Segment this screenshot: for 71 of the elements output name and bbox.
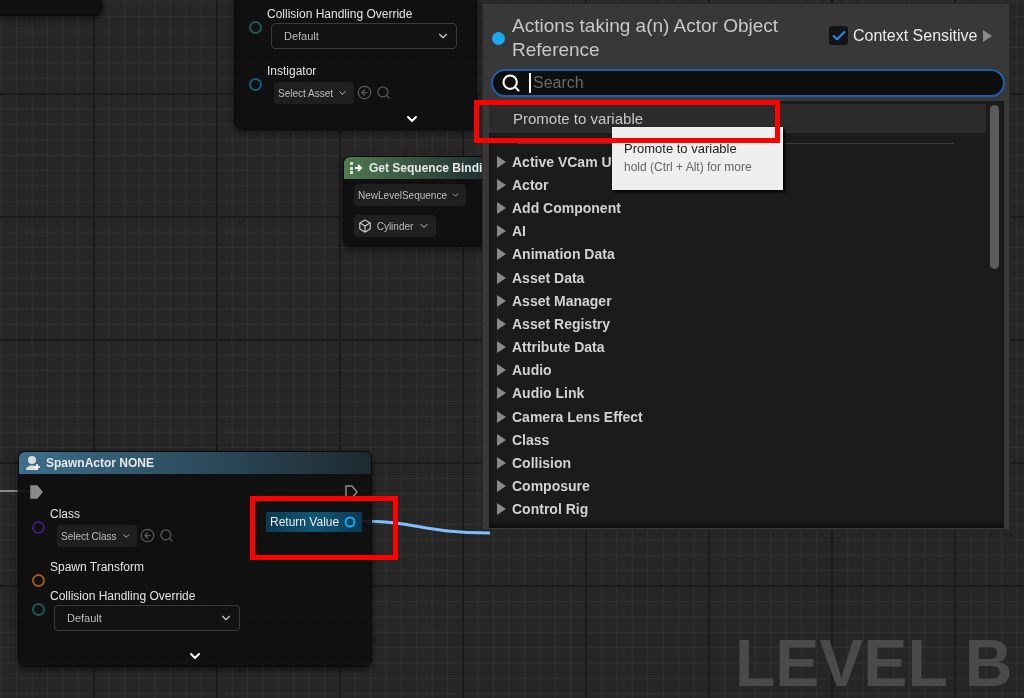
expand-arrow-icon[interactable] xyxy=(497,225,506,238)
expand-arrow-icon[interactable] xyxy=(497,433,506,446)
menu-title: Actions taking a(n) Actor Object Reference xyxy=(512,14,780,62)
node-title: Get Sequence Bindi xyxy=(369,161,483,175)
exec-pin-icon[interactable] xyxy=(345,485,358,499)
expand-arrow-icon[interactable] xyxy=(497,410,506,423)
category-item[interactable]: Actor xyxy=(512,176,549,193)
pin-label: Collision Handling Override xyxy=(267,7,413,21)
category-item[interactable]: Asset Data xyxy=(512,269,585,286)
expand-arrow-icon[interactable] xyxy=(497,248,506,261)
asset-dropdown[interactable]: Select Class xyxy=(57,525,137,547)
expand-arrow-icon[interactable] xyxy=(497,503,506,516)
expand-arrow-icon[interactable] xyxy=(497,480,506,493)
graph-node[interactable]: Collision Handling Override Default Instigator Select Asset xyxy=(234,0,477,130)
pin-label: Collision Handling Override xyxy=(50,589,196,603)
expand-arrow-icon[interactable] xyxy=(497,364,506,377)
context-checkbox[interactable] xyxy=(829,26,848,45)
category-item[interactable]: Class xyxy=(512,431,550,448)
use-selected-icon[interactable] xyxy=(140,528,155,543)
function-icon xyxy=(350,162,364,174)
asset-dropdown[interactable]: Select Asset xyxy=(274,82,354,104)
pin-label: Class xyxy=(50,507,80,521)
scrollbar-thumb[interactable] xyxy=(990,105,999,269)
pin-icon[interactable] xyxy=(32,574,45,587)
category-item[interactable]: AI xyxy=(512,223,526,240)
cube-icon xyxy=(358,219,372,233)
expand-arrow-icon[interactable] xyxy=(497,201,506,214)
category-item[interactable]: Control Rig xyxy=(512,501,589,518)
exec-pin-icon[interactable] xyxy=(30,485,43,499)
pin-label: Spawn Transform xyxy=(50,560,145,574)
enum-dropdown[interactable]: Default xyxy=(271,23,457,49)
category-item[interactable]: Audio Link xyxy=(512,385,585,402)
category-item[interactable]: Camera Lens Effect xyxy=(512,408,643,425)
expand-arrow-icon[interactable] xyxy=(497,155,506,168)
expand-arrow-icon[interactable] xyxy=(497,317,506,330)
expand-arrow-icon[interactable] xyxy=(497,457,506,470)
expand-arrow-icon[interactable] xyxy=(497,294,506,307)
expand-arrow-icon[interactable] xyxy=(497,387,506,400)
search-icon[interactable] xyxy=(376,85,391,100)
use-selected-icon[interactable] xyxy=(357,85,372,100)
checkbox-label: Context Sensitive xyxy=(853,26,978,45)
tooltip-hint: hold (Ctrl + Alt) for more xyxy=(624,160,753,174)
graph-node[interactable]: SpawnActor NONE Class Select Class Spawn Transform Collision Handling Override Default Return Value xyxy=(18,451,372,667)
category-item[interactable]: Active VCam U xyxy=(512,153,612,170)
search-box[interactable]: Search xyxy=(491,69,1005,97)
category-item[interactable]: Attribute Data xyxy=(512,339,605,356)
expand-arrow-icon[interactable] xyxy=(982,29,992,42)
search-field[interactable]: Search xyxy=(529,73,995,93)
return-value-pin[interactable]: Return Value xyxy=(266,512,363,532)
pin-icon xyxy=(344,516,357,528)
pin-icon[interactable] xyxy=(249,78,262,91)
expand-arrow-icon[interactable] xyxy=(497,271,506,284)
pin-label: Instigator xyxy=(267,64,317,78)
asset-dropdown[interactable]: NewLevelSequence xyxy=(354,184,466,206)
category-item[interactable]: Audio xyxy=(512,362,552,379)
expand-arrow-icon[interactable] xyxy=(497,341,506,354)
expand-arrow-icon[interactable] xyxy=(497,178,506,191)
asset-dropdown[interactable]: Cylinder xyxy=(354,215,436,237)
pin-type-dot xyxy=(492,32,505,45)
category-item[interactable]: Asset Registry xyxy=(512,315,611,332)
category-item[interactable]: Asset Manager xyxy=(512,292,612,309)
category-item[interactable]: Collision xyxy=(512,455,572,472)
enum-dropdown[interactable]: Default xyxy=(54,605,240,631)
search-icon xyxy=(501,73,521,93)
node-title: SpawnActor NONE xyxy=(46,456,154,470)
tooltip-title: Promote to variable xyxy=(624,141,738,156)
category-item[interactable]: Add Component xyxy=(512,199,621,216)
category-item[interactable]: Composure xyxy=(512,478,590,495)
search-icon[interactable] xyxy=(159,528,174,543)
person-icon xyxy=(25,455,41,471)
category-item[interactable]: Animation Data xyxy=(512,246,615,263)
